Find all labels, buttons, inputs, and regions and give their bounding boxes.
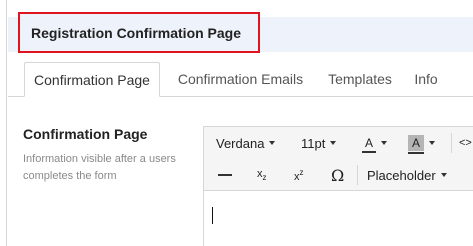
superscript-button[interactable]: xz <box>294 163 304 187</box>
superscript-icon: xz <box>294 167 304 183</box>
font-size-select[interactable]: 11pt <box>301 131 337 155</box>
horizontal-rule-button[interactable] <box>218 163 232 187</box>
font-color-button[interactable]: A <box>362 131 387 155</box>
tab-confirmation-page[interactable]: Confirmation Page <box>24 62 160 97</box>
chevron-down-icon <box>269 141 276 145</box>
font-family-select[interactable]: Verdana <box>216 131 276 155</box>
tab-templates[interactable]: Templates <box>320 62 400 96</box>
background-color-icon: A <box>408 135 424 154</box>
toolbar-separator <box>357 165 358 185</box>
omega-icon: Ω <box>331 165 345 185</box>
tab-confirmation-emails[interactable]: Confirmation Emails <box>168 62 313 96</box>
source-code-button[interactable]: <> <box>459 131 472 155</box>
source-code-icon: <> <box>459 137 472 149</box>
chevron-down-icon <box>381 141 387 145</box>
chevron-down-icon <box>440 173 447 177</box>
subscript-icon: xz <box>257 168 267 182</box>
rich-text-editor: Verdana 11pt A A <> xz xz Ω Placeholder <box>203 126 473 246</box>
left-gutter <box>0 0 7 246</box>
placeholder-label: Placeholder <box>367 167 436 183</box>
background-color-button[interactable]: A <box>408 131 435 155</box>
page-title-highlight: Registration Confirmation Page <box>18 12 260 53</box>
chevron-down-icon <box>429 141 435 145</box>
editor-toolbar: Verdana 11pt A A <> xz xz Ω Placeholder <box>204 127 473 191</box>
section-description: Information visible after a users comple… <box>23 153 176 182</box>
horizontal-rule-icon <box>218 174 232 176</box>
tab-info[interactable]: Info <box>406 62 446 96</box>
placeholder-select[interactable]: Placeholder <box>367 163 447 187</box>
toolbar-separator <box>451 133 452 153</box>
page-title: Registration Confirmation Page <box>31 24 242 41</box>
font-family-value: Verdana <box>216 135 265 151</box>
chevron-down-icon <box>330 141 337 145</box>
section-title: Confirmation Page <box>23 126 148 142</box>
font-color-icon: A <box>362 136 376 153</box>
text-cursor <box>212 207 213 224</box>
special-character-button[interactable]: Ω <box>331 163 344 187</box>
editor-content-area[interactable] <box>204 192 473 246</box>
tab-bar: Confirmation Page Confirmation Emails Te… <box>8 62 473 97</box>
subscript-button[interactable]: xz <box>257 163 267 187</box>
font-size-value: 11pt <box>301 135 326 151</box>
